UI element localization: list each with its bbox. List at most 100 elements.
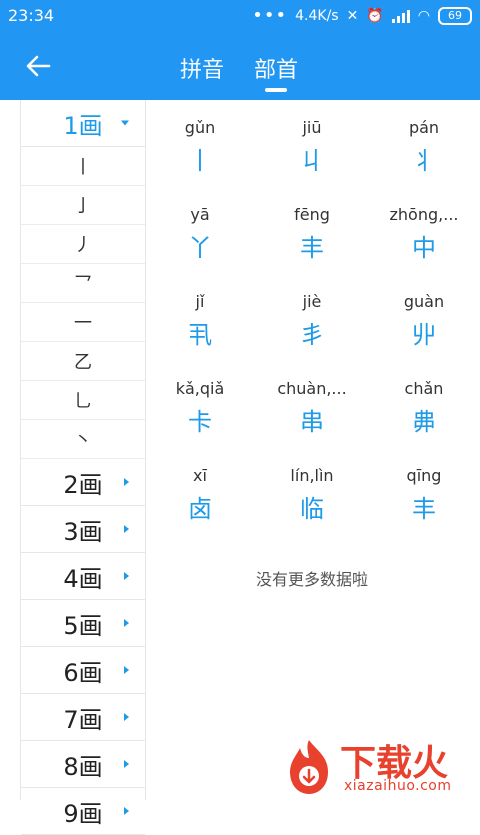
status-icons: ••• 4.4K/s ✕ ⏰ ◠ 69 — [252, 0, 472, 32]
watermark-url: xiazaihuo.com — [344, 778, 452, 794]
radical-char: 卡 — [188, 408, 212, 436]
radical-grid: gǔn 丨 jiū 丩 pán 丬 yā 丫 fēng 丰 zhōng,... … — [144, 116, 480, 551]
no-more-data-text: 没有更多数据啦 — [255, 570, 368, 589]
network-speed: 4.4K/s — [295, 8, 339, 24]
stroke-group-6[interactable]: 6画 — [21, 647, 145, 694]
radical-char: 丳 — [412, 408, 436, 436]
radical-cell[interactable]: yā 丫 — [144, 203, 256, 290]
substroke-item[interactable]: 丶 — [21, 420, 145, 459]
substroke-item[interactable]: 乚 — [21, 381, 145, 420]
stroke-group-3[interactable]: 3画 — [21, 506, 145, 553]
stroke-group-label: 9画 — [63, 799, 103, 828]
stroke-group-label: 5画 — [63, 611, 103, 640]
radical-cell[interactable]: chuàn,... 串 — [256, 377, 368, 464]
watermark: 下载火 xiazaihuo.com — [282, 732, 480, 800]
caret-right-icon — [124, 478, 129, 486]
status-time: 23:34 — [8, 6, 55, 25]
grid-row: gǔn 丨 jiū 丩 pán 丬 — [144, 116, 480, 203]
substroke-item[interactable]: 丨 — [21, 147, 145, 186]
caret-right-icon — [124, 713, 129, 721]
radical-char: 丯 — [300, 321, 324, 349]
radical-cell[interactable]: jiè 丯 — [256, 290, 368, 377]
radical-char: 丮 — [188, 321, 212, 349]
radical-char: 临 — [300, 495, 324, 523]
stroke-group-5[interactable]: 5画 — [21, 600, 145, 647]
app-header: 23:34 ••• 4.4K/s ✕ ⏰ ◠ 69 拼音 部首 — [0, 0, 480, 100]
caret-right-icon — [124, 525, 129, 533]
caret-right-icon — [124, 619, 129, 627]
radical-pinyin: qīng — [406, 466, 442, 485]
radical-char: 串 — [300, 408, 324, 436]
radical-pinyin: chuàn,... — [277, 379, 347, 398]
radical-pinyin: fēng — [294, 205, 330, 224]
caret-right-icon — [124, 760, 129, 768]
stroke-group-9[interactable]: 9画 — [21, 788, 145, 835]
radical-cell[interactable]: gǔn 丨 — [144, 116, 256, 203]
radical-char: 卤 — [188, 495, 212, 523]
radical-char: 丰 — [300, 234, 324, 262]
stroke-group-8[interactable]: 8画 — [21, 741, 145, 788]
caret-down-icon — [121, 120, 129, 126]
radical-pinyin: jǐ — [195, 292, 205, 311]
radical-pinyin: yā — [190, 205, 210, 224]
radical-char: 中 — [412, 234, 436, 262]
caret-right-icon — [124, 572, 129, 580]
stroke-group-2[interactable]: 2画 — [21, 459, 145, 506]
alarm-icon: ⏰ — [366, 8, 384, 24]
substroke-item[interactable]: 亅 — [21, 186, 145, 225]
radical-cell[interactable]: kǎ,qiǎ 卡 — [144, 377, 256, 464]
radical-char: 丨 — [188, 147, 212, 175]
stroke-group-label: 1画 — [63, 111, 103, 140]
more-dots-icon: ••• — [252, 5, 288, 26]
stroke-group-label: 7画 — [63, 705, 103, 734]
stroke-group-1[interactable]: 1画 — [21, 100, 145, 147]
caret-right-icon — [124, 807, 129, 815]
radical-cell[interactable]: fēng 丰 — [256, 203, 368, 290]
stroke-sidebar: 1画 丨 亅 丿 乛 一 乙 乚 丶 2画 3画 4画 5画 6画 7画 8画 … — [20, 100, 146, 835]
substroke-item[interactable]: 乙 — [21, 342, 145, 381]
signal-icon — [391, 9, 410, 23]
tab-underline — [265, 88, 287, 92]
stroke-group-label: 6画 — [63, 658, 103, 687]
grid-row: xī 卤 lín,lìn 临 qīng 丰 — [144, 464, 480, 551]
tab-pinyin[interactable]: 拼音 — [180, 52, 224, 84]
grid-row: kǎ,qiǎ 卡 chuàn,... 串 chǎn 丳 — [144, 377, 480, 464]
stroke-group-label: 3画 — [63, 517, 103, 546]
radical-pinyin: kǎ,qiǎ — [175, 379, 225, 398]
radical-cell[interactable]: jiū 丩 — [256, 116, 368, 203]
grid-row: yā 丫 fēng 丰 zhōng,... 中 — [144, 203, 480, 290]
substroke-item[interactable]: 乛 — [21, 264, 145, 303]
radical-char: 丩 — [300, 147, 324, 175]
battery-icon: 69 — [438, 7, 472, 25]
stroke-group-label: 4画 — [63, 564, 103, 593]
radical-pinyin: gǔn — [184, 118, 216, 137]
radical-cell[interactable]: zhōng,... 中 — [368, 203, 480, 290]
stroke-group-4[interactable]: 4画 — [21, 553, 145, 600]
radical-cell[interactable]: lín,lìn 临 — [256, 464, 368, 551]
radical-pinyin: lín,lìn — [290, 466, 334, 485]
stroke-group-label: 2画 — [63, 470, 103, 499]
radical-pinyin: jiè — [302, 292, 322, 311]
grid-row: jǐ 丮 jiè 丯 guàn 丱 — [144, 290, 480, 377]
radical-cell[interactable]: qīng 丰 — [368, 464, 480, 551]
status-bar: 23:34 ••• 4.4K/s ✕ ⏰ ◠ 69 — [0, 0, 480, 32]
flame-logo-icon — [290, 740, 328, 794]
radical-pinyin: jiū — [302, 118, 322, 137]
radical-pinyin: chǎn — [404, 379, 444, 398]
radical-cell[interactable]: pán 丬 — [368, 116, 480, 203]
radical-pinyin: pán — [408, 118, 440, 137]
mute-icon: ✕ — [346, 8, 359, 24]
radical-cell[interactable]: jǐ 丮 — [144, 290, 256, 377]
caret-right-icon — [124, 666, 129, 674]
radical-cell[interactable]: chǎn 丳 — [368, 377, 480, 464]
stroke-group-7[interactable]: 7画 — [21, 694, 145, 741]
radical-char: 丬 — [412, 147, 436, 175]
substroke-item[interactable]: 丿 — [21, 225, 145, 264]
radical-pinyin: xī — [193, 466, 207, 485]
tab-radical[interactable]: 部首 — [254, 52, 298, 84]
radical-cell[interactable]: xī 卤 — [144, 464, 256, 551]
radical-cell[interactable]: guàn 丱 — [368, 290, 480, 377]
radical-char: 丫 — [188, 234, 212, 262]
substroke-item[interactable]: 一 — [21, 303, 145, 342]
radical-char: 丰 — [412, 495, 436, 523]
